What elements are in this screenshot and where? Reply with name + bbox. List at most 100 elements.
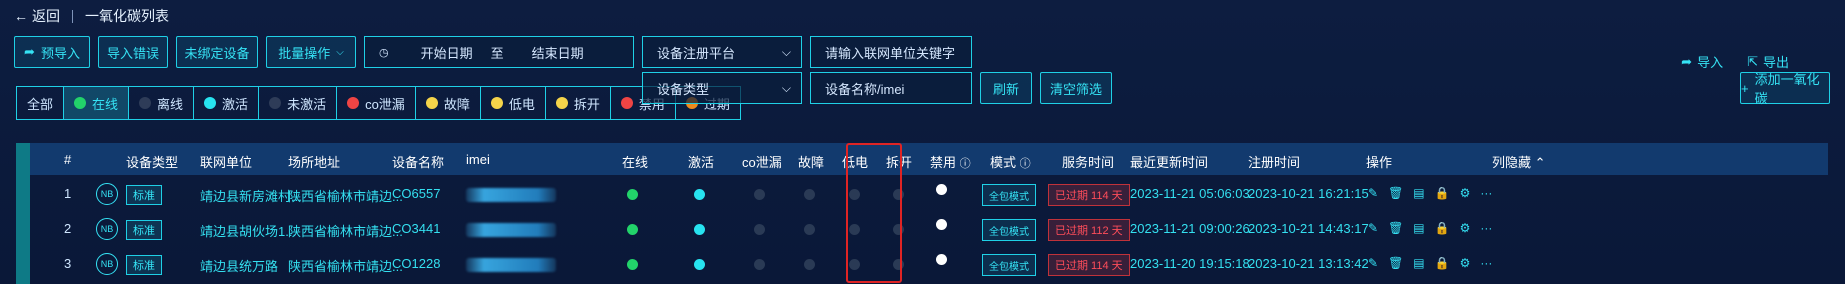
chevron-down-icon: ⌵ (781, 45, 791, 59)
row-operations: ✎ 🗑 ▤ 🔒 ⚙ ··· (1368, 186, 1492, 200)
filter-2[interactable]: 离线 (129, 87, 195, 119)
filter-6[interactable]: 故障 (416, 87, 481, 119)
date-start[interactable]: 开始日期 (421, 43, 473, 62)
device-type-tag: 标准 (126, 255, 162, 275)
fault-indicator (804, 224, 815, 235)
plus-icon: + (1741, 80, 1749, 96)
status-dot-icon (490, 97, 503, 109)
export-icon: ⇱ (1747, 53, 1758, 69)
nb-badge: NB (96, 218, 118, 240)
info-icon[interactable]: ⓘ (1020, 158, 1031, 170)
filter-0[interactable]: 全部 (17, 87, 65, 119)
device-name-cell[interactable]: CO1228 (392, 256, 440, 271)
col-device-name: 设备名称 (392, 155, 445, 170)
platform-select[interactable]: 设备注册平台 ⌵ (642, 36, 802, 68)
settings-icon[interactable]: ⚙ (1460, 186, 1471, 200)
edit-icon[interactable]: ✎ (1368, 221, 1378, 235)
device-name-input[interactable]: 设备名称/imei (810, 72, 972, 104)
document-icon[interactable]: ▤ (1413, 186, 1424, 200)
import-errors-button[interactable]: 导入错误 (98, 36, 168, 68)
unit-link[interactable]: 靖边县新房滩村... (200, 186, 302, 205)
row-index: 3 (64, 256, 72, 271)
back-button[interactable]: ← 返回 (14, 6, 60, 26)
import-button[interactable]: ➦ 导入 (1681, 52, 1723, 71)
date-end[interactable]: 结束日期 (532, 43, 584, 62)
filter-1[interactable]: 在线 (64, 87, 130, 119)
col-imei: imei (466, 152, 490, 167)
clear-filter-button[interactable]: 清空筛选 (1040, 72, 1112, 104)
delete-icon[interactable]: 🗑 (1388, 221, 1403, 235)
disabled-toggle[interactable] (936, 219, 947, 230)
row-operations: ✎ 🗑 ▤ 🔒 ⚙ ··· (1368, 256, 1492, 270)
unit-keyword-input[interactable]: 请输入联网单位关键字 (810, 36, 972, 68)
more-icon[interactable]: ··· (1480, 221, 1492, 235)
settings-icon[interactable]: ⚙ (1460, 221, 1471, 235)
device-name-cell[interactable]: CO3441 (392, 221, 440, 236)
settings-icon[interactable]: ⚙ (1460, 256, 1471, 270)
hide-columns-toggle[interactable]: 列隐藏 ⌃ (1492, 152, 1546, 171)
nb-badge: NB (96, 253, 118, 275)
col-active: 激活 (688, 155, 715, 170)
mode-tag: 全包模式 (982, 184, 1036, 206)
col-co-leak: co泄漏 (742, 155, 782, 170)
table-row[interactable]: 1 NB 标准 靖边县新房滩村... 陕西省榆林市靖边... CO6557 全包… (30, 177, 1828, 211)
status-dot-icon (204, 97, 217, 109)
clock-icon: ◷ (379, 46, 389, 59)
document-icon[interactable]: ▤ (1413, 221, 1424, 235)
device-name-cell[interactable]: CO6557 (392, 186, 440, 201)
top-bar: ← 返回 一氧化碳列表 (14, 6, 169, 26)
more-icon[interactable]: ··· (1480, 256, 1492, 270)
filter-8[interactable]: 拆开 (546, 87, 611, 119)
date-range-picker[interactable]: ◷ 开始日期 至 结束日期 (364, 36, 634, 68)
fault-indicator (804, 189, 815, 200)
address-cell: 陕西省榆林市靖边... (288, 224, 403, 239)
disabled-toggle[interactable] (936, 254, 947, 265)
status-dot-icon (425, 97, 438, 109)
more-icon[interactable]: ··· (1480, 186, 1492, 200)
lock-icon[interactable]: 🔒 (1435, 221, 1450, 235)
table-row[interactable]: 2 NB 标准 靖边县胡伙场1... 陕西省榆林市靖边... CO3441 全包… (30, 212, 1828, 246)
batch-ops-button[interactable]: 批量操作 ⌵ (266, 36, 356, 68)
delete-icon[interactable]: 🗑 (1388, 256, 1403, 270)
unbound-devices-button[interactable]: 未绑定设备 (176, 36, 258, 68)
filter-4[interactable]: 未激活 (259, 87, 338, 119)
lock-icon[interactable]: 🔒 (1435, 256, 1450, 270)
imei-redacted (466, 258, 556, 272)
status-dot-icon (620, 97, 633, 109)
edit-icon[interactable]: ✎ (1368, 256, 1378, 270)
filter-5[interactable]: co泄漏 (337, 87, 416, 119)
delete-icon[interactable]: 🗑 (1388, 186, 1403, 200)
col-opened: 拆开 (886, 155, 913, 170)
opened-indicator (893, 224, 904, 235)
document-icon[interactable]: ▤ (1413, 256, 1424, 270)
filter-7[interactable]: 低电 (481, 87, 546, 119)
row-operations: ✎ 🗑 ▤ 🔒 ⚙ ··· (1368, 221, 1492, 235)
device-type-select[interactable]: 设备类型 ⌵ (642, 72, 802, 104)
pre-import-button[interactable]: ➦ 预导入 (14, 36, 90, 68)
unit-link[interactable]: 靖边县统万路 (200, 256, 278, 275)
col-device-type: 设备类型 (126, 155, 179, 170)
divider (72, 9, 73, 23)
online-indicator (627, 224, 638, 235)
edit-icon[interactable]: ✎ (1368, 186, 1378, 200)
co-leak-indicator (754, 189, 765, 200)
table-row[interactable]: 3 NB 标准 靖边县统万路 陕西省榆林市靖边... CO1228 全包模式 已… (30, 247, 1828, 281)
last-update-cell: 2023-11-21 09:00:26 (1130, 221, 1250, 236)
opened-indicator (893, 259, 904, 270)
low-battery-indicator (849, 224, 860, 235)
refresh-button[interactable]: 刷新 (980, 72, 1032, 104)
table-header: # 设备类型 联网单位 场所地址 设备名称 imei 在线 激活 co泄漏 故障… (30, 143, 1828, 175)
unit-link[interactable]: 靖边县胡伙场1... (200, 221, 296, 240)
disabled-toggle[interactable] (936, 184, 947, 195)
status-dot-icon (347, 97, 360, 109)
add-co-button[interactable]: + 添加一氧化碳 (1740, 72, 1830, 106)
col-disabled: 禁用 ⓘ (930, 155, 971, 170)
status-dot-icon (139, 97, 152, 109)
table-left-accent (16, 143, 30, 284)
page-title: 一氧化碳列表 (85, 8, 169, 24)
info-icon[interactable]: ⓘ (960, 158, 971, 170)
filter-3[interactable]: 激活 (194, 87, 260, 119)
col-last-update: 最近更新时间 (1130, 155, 1209, 170)
row-index: 2 (64, 221, 72, 236)
lock-icon[interactable]: 🔒 (1435, 186, 1450, 200)
